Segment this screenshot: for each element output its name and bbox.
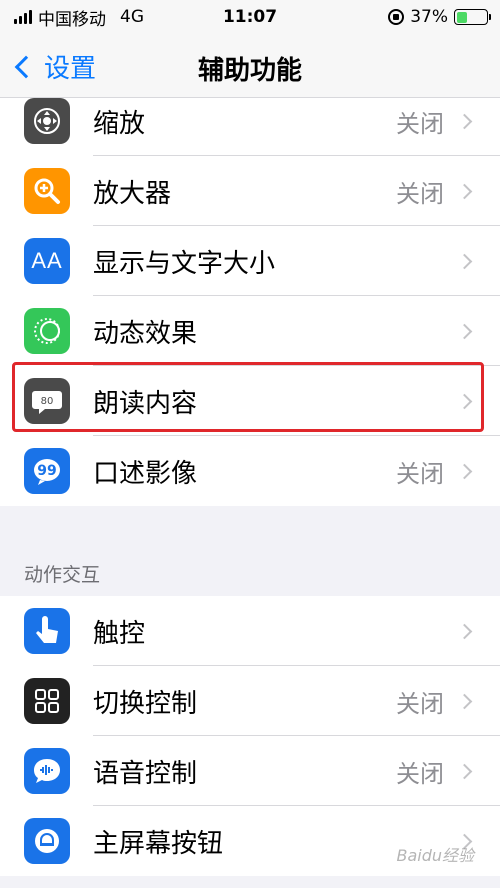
orientation-lock-icon [388, 9, 405, 25]
audio-description-icon: 99 [24, 448, 70, 494]
settings-row-text-size[interactable]: AA 显示与文字大小 [0, 226, 500, 296]
row-label: 口述影像 [93, 458, 198, 489]
row-value: 关闭 [396, 459, 444, 488]
row-value: 关闭 [396, 179, 444, 208]
home-button-icon [24, 818, 70, 864]
status-bar: 中国移动 4G 11:07 37% [0, 0, 500, 34]
chevron-right-icon [456, 253, 473, 269]
settings-row-touch[interactable]: 触控 [0, 596, 500, 666]
carrier-label: 中国移动 [38, 9, 106, 30]
chevron-right-icon [456, 463, 473, 479]
network-label: 4G [120, 7, 144, 27]
svg-text:99: 99 [37, 463, 56, 479]
settings-row-audio-description[interactable]: 99 口述影像 关闭 [0, 436, 500, 506]
spoken-content-icon: 80 [24, 378, 70, 424]
chevron-right-icon [456, 113, 473, 129]
chevron-right-icon [456, 693, 473, 709]
signal-icon [14, 10, 32, 24]
voice-control-icon [24, 748, 70, 794]
settings-row-motion[interactable]: 动态效果 [0, 296, 500, 366]
chevron-right-icon [456, 763, 473, 779]
row-label: 显示与文字大小 [93, 248, 276, 279]
interaction-settings-group: 触控 切换控制 关闭 语音控制 关闭 主屏幕按钮 [0, 596, 500, 876]
vision-settings-group: 缩放 关闭 放大器 关闭 AA 显示与文字大小 动态效果 80 朗读内容 99 口述影像 关闭 [0, 86, 500, 506]
motion-icon [24, 308, 70, 354]
chevron-right-icon [456, 183, 473, 199]
chevron-right-icon [456, 323, 473, 339]
navigation-bar: 设置 辅助功能 [0, 34, 500, 98]
row-label: 触控 [93, 618, 146, 649]
switch-control-icon [24, 678, 70, 724]
row-label: 动态效果 [93, 318, 198, 349]
zoom-icon [24, 98, 70, 144]
section-header: 动作交互 [24, 564, 101, 586]
text-size-icon: AA [24, 238, 70, 284]
row-value: 关闭 [396, 109, 444, 138]
row-label: 主屏幕按钮 [93, 828, 224, 859]
row-label: 切换控制 [93, 688, 198, 719]
row-label: 朗读内容 [93, 388, 198, 419]
settings-row-switch-control[interactable]: 切换控制 关闭 [0, 666, 500, 736]
touch-icon [24, 608, 70, 654]
chevron-right-icon [456, 623, 473, 639]
settings-row-magnifier[interactable]: 放大器 关闭 [0, 156, 500, 226]
watermark: Baidu经验 [396, 846, 474, 865]
row-value: 关闭 [396, 689, 444, 718]
svg-text:80: 80 [41, 396, 54, 407]
settings-row-spoken-content[interactable]: 80 朗读内容 [0, 366, 500, 436]
row-label: 缩放 [93, 108, 146, 139]
battery-icon [454, 9, 491, 25]
row-value: 关闭 [396, 759, 444, 788]
chevron-right-icon [456, 393, 473, 409]
row-label: 语音控制 [93, 758, 198, 789]
row-label: 放大器 [93, 178, 172, 209]
settings-row-voice-control[interactable]: 语音控制 关闭 [0, 736, 500, 806]
battery-percent: 37% [410, 7, 448, 27]
battery-fill [456, 11, 468, 23]
magnifier-icon [24, 168, 70, 214]
page-title: 辅助功能 [197, 56, 302, 86]
